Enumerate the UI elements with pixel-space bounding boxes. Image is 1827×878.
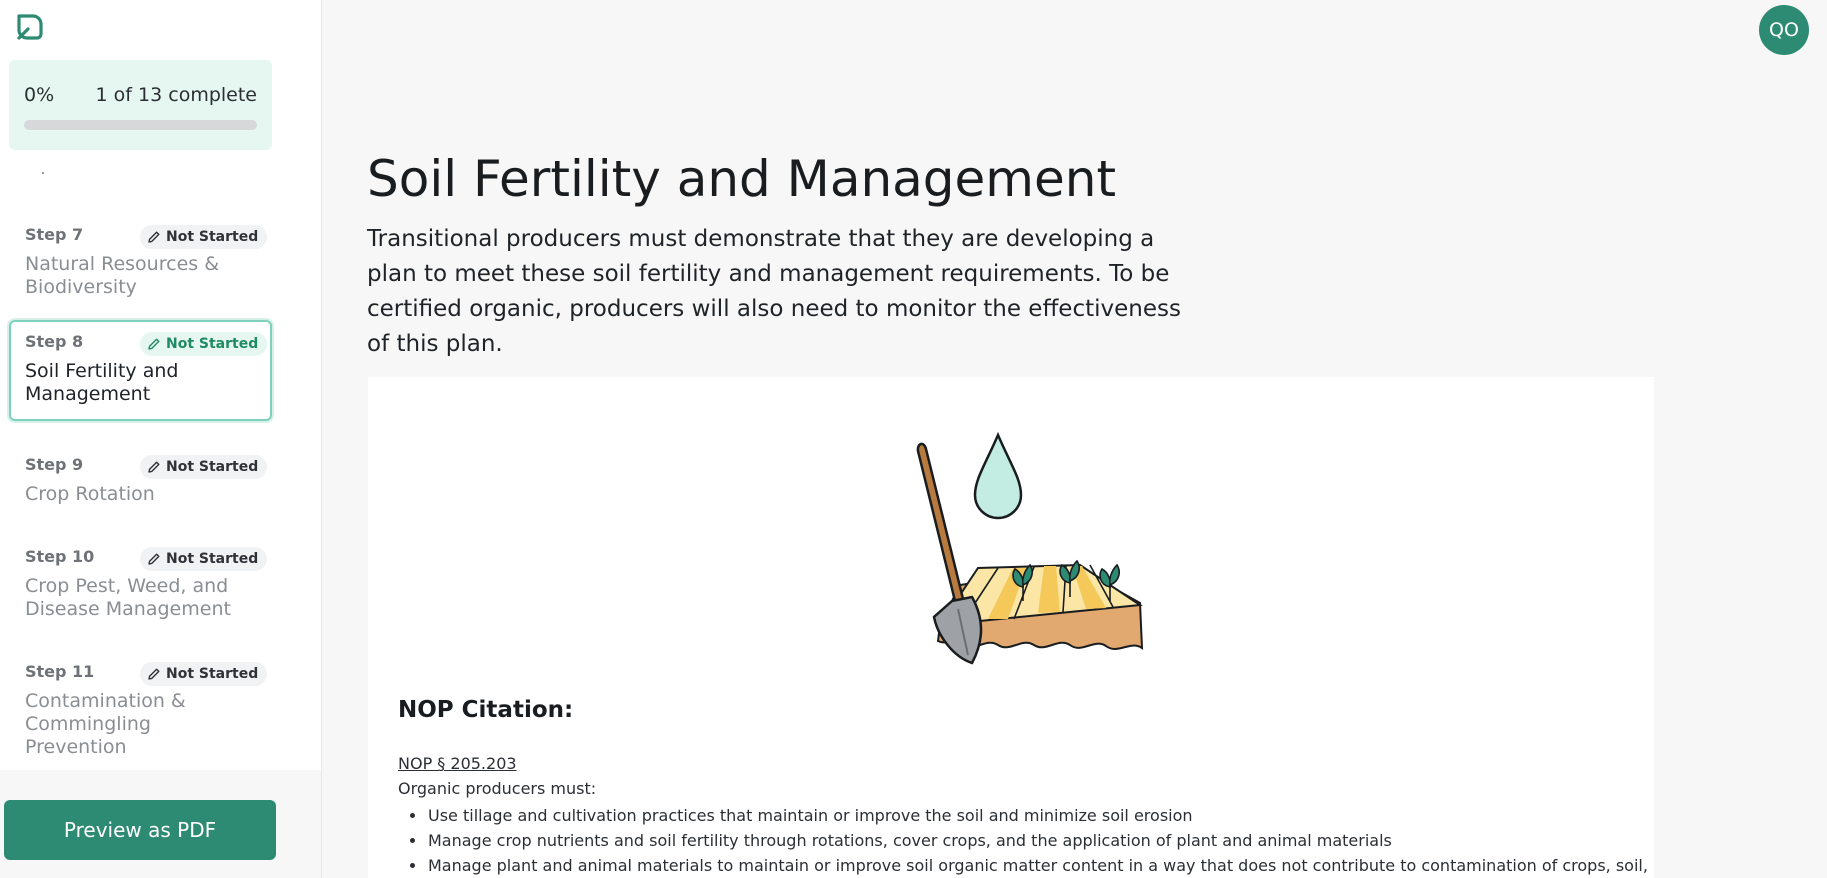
step-title: Crop Pest, Weed, and Disease Management [25, 575, 231, 620]
status-badge-label: Not Started [166, 666, 259, 682]
citation-heading: NOP Citation: [398, 697, 574, 723]
content-card: NOP Citation: NOP § 205.203 Organic prod… [368, 377, 1654, 878]
citation-list: Use tillage and cultivation practices th… [410, 803, 1648, 878]
list-item: Manage crop nutrients and soil fertility… [410, 828, 1648, 853]
status-badge-label: Not Started [166, 551, 259, 567]
citation-intro: Organic producers must: [398, 779, 597, 798]
sidebar-step-11[interactable]: Step 11 Not Started Contamination & Comm… [9, 650, 272, 758]
status-badge: Not Started [140, 225, 268, 249]
step-number: Step 11 [25, 662, 95, 681]
sidebar-step-8[interactable]: Step 8 Not Started Soil Fertility and Ma… [9, 320, 272, 421]
step-number: Step 10 [25, 547, 95, 566]
step-number: Step 8 [25, 332, 84, 351]
status-badge: Not Started [140, 662, 268, 686]
progress-card: 0% 1 of 13 complete [9, 60, 272, 150]
step-title: Crop Rotation [25, 483, 155, 505]
status-badge-label: Not Started [166, 336, 259, 352]
status-badge-label: Not Started [166, 459, 259, 475]
progress-bar [24, 120, 257, 130]
status-badge-label: Not Started [166, 229, 259, 245]
page-title: Soil Fertility and Management [367, 150, 1117, 208]
status-badge: Not Started [140, 332, 268, 356]
sidebar-step-10[interactable]: Step 10 Not Started Crop Pest, Weed, and… [9, 535, 272, 630]
list-item: Manage plant and animal materials to mai… [410, 853, 1648, 878]
pencil-icon [148, 231, 160, 243]
step-title: Contamination & Commingling Prevention [25, 690, 186, 758]
preview-pdf-button[interactable]: Preview as PDF [4, 800, 276, 860]
status-badge: Not Started [140, 455, 268, 479]
leaf-logo-icon[interactable] [13, 10, 45, 42]
sidebar: 0% 1 of 13 complete Step 7 Not Started N… [0, 0, 322, 878]
user-avatar[interactable]: QO [1759, 5, 1809, 55]
step-title: Soil Fertility and Management [25, 360, 179, 405]
sidebar-step-9[interactable]: Step 9 Not Started Crop Rotation [9, 443, 272, 518]
status-badge: Not Started [140, 547, 268, 571]
scroll-indicator-dot [42, 172, 44, 174]
pencil-icon [148, 668, 160, 680]
step-number: Step 9 [25, 455, 84, 474]
citation-link[interactable]: NOP § 205.203 [398, 754, 517, 773]
step-number: Step 7 [25, 225, 84, 244]
soil-shovel-illustration [916, 431, 1144, 665]
pencil-icon [148, 338, 160, 350]
sidebar-step-7[interactable]: Step 7 Not Started Natural Resources & B… [9, 213, 272, 308]
pencil-icon [148, 553, 160, 565]
progress-count: 1 of 13 complete [95, 84, 257, 106]
step-title: Natural Resources & Biodiversity [25, 253, 220, 298]
pencil-icon [148, 461, 160, 473]
page-description: Transitional producers must demonstrate … [367, 226, 1181, 357]
progress-percent: 0% [24, 84, 55, 106]
list-item: Use tillage and cultivation practices th… [410, 803, 1648, 828]
